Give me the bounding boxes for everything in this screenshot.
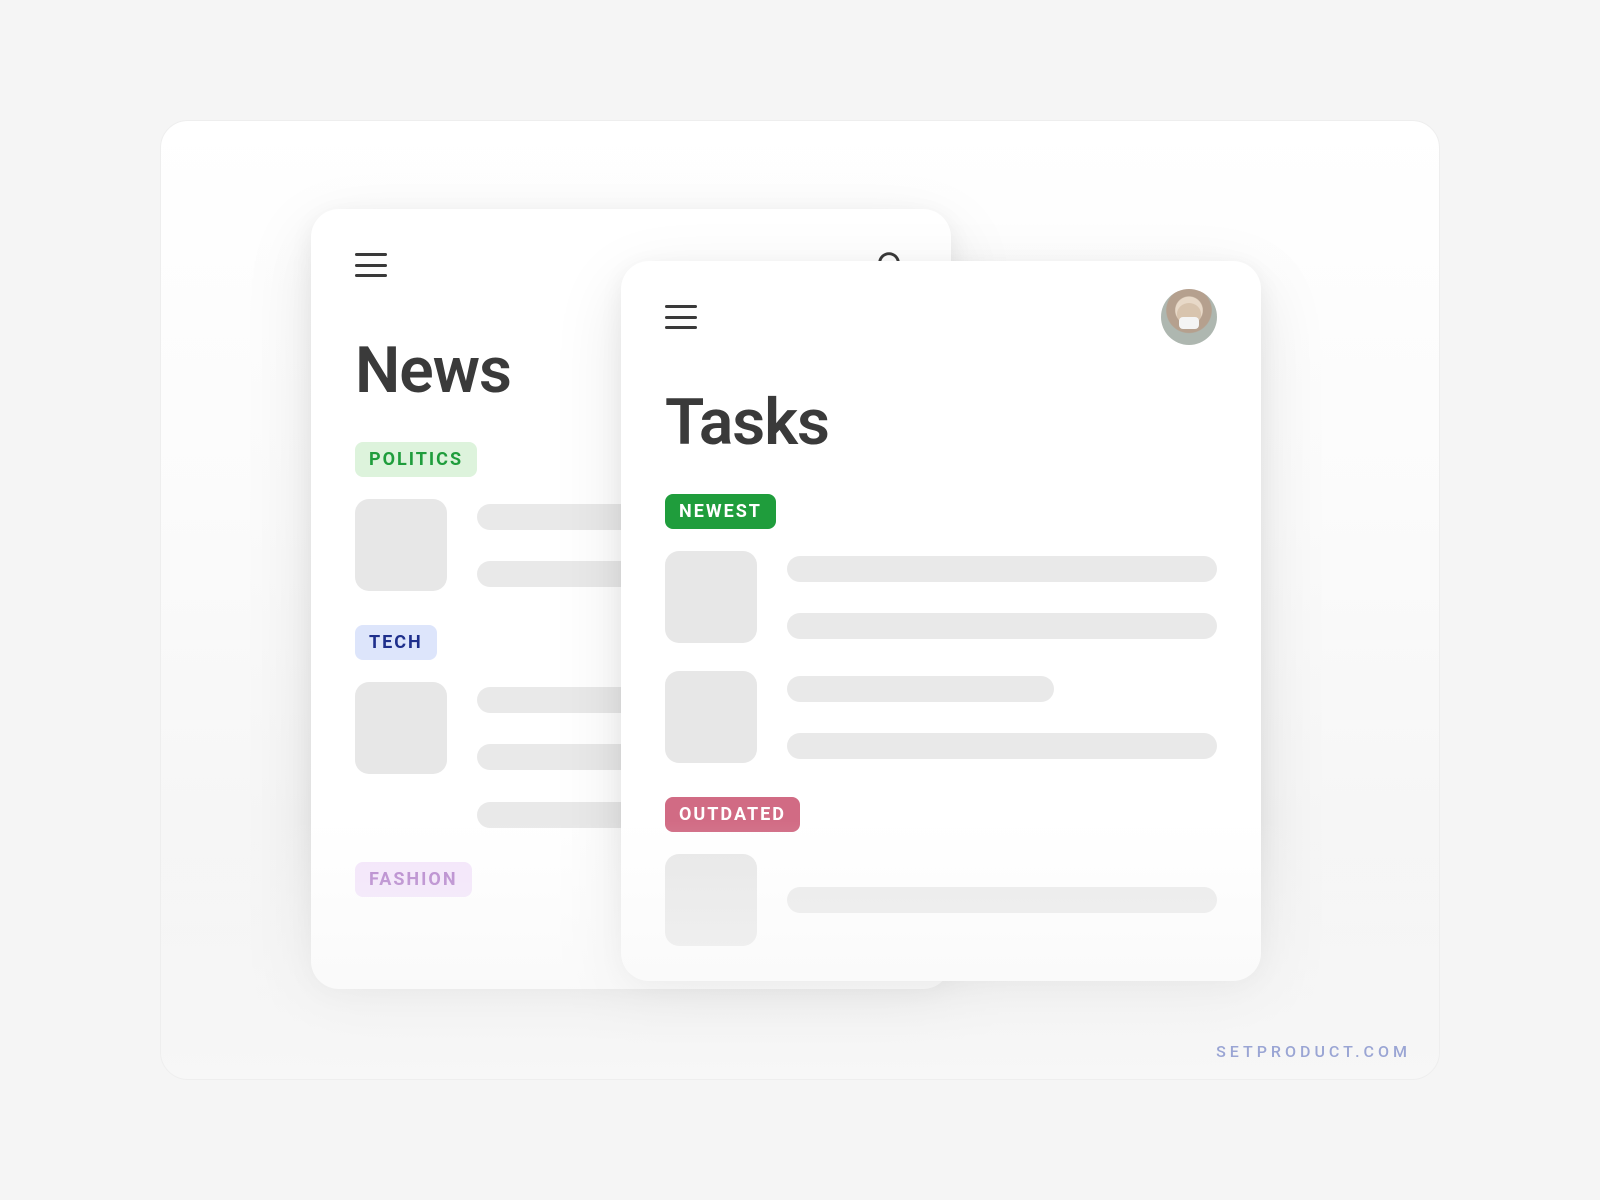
text-placeholder — [787, 854, 1217, 946]
avatar[interactable] — [1161, 289, 1217, 345]
tasks-card: Tasks NEWEST OUTDATED — [621, 261, 1261, 981]
thumb-placeholder — [665, 854, 757, 946]
thumb-placeholder — [355, 499, 447, 591]
skeleton-line — [787, 733, 1217, 759]
tasks-title: Tasks — [665, 385, 1217, 460]
tag-politics[interactable]: POLITICS — [355, 442, 477, 477]
skeleton-line — [787, 676, 1054, 702]
list-item[interactable] — [665, 854, 1217, 946]
tag-fashion[interactable]: FASHION — [355, 862, 472, 897]
list-item[interactable] — [665, 551, 1217, 643]
list-item[interactable] — [665, 671, 1217, 763]
tag-tech[interactable]: TECH — [355, 625, 437, 660]
thumb-placeholder — [665, 671, 757, 763]
thumb-placeholder — [665, 551, 757, 643]
tasks-topbar — [665, 297, 1217, 337]
thumb-placeholder — [355, 682, 447, 774]
watermark: SETPRODUCT.COM — [1216, 1042, 1411, 1061]
menu-icon[interactable] — [665, 305, 697, 329]
skeleton-line — [787, 613, 1217, 639]
text-placeholder — [787, 671, 1217, 763]
tag-newest[interactable]: NEWEST — [665, 494, 776, 529]
skeleton-line — [787, 556, 1217, 582]
text-placeholder — [787, 551, 1217, 643]
skeleton-line — [787, 887, 1217, 913]
tag-outdated[interactable]: OUTDATED — [665, 797, 800, 832]
canvas: News POLITICS TECH FASHION — [160, 120, 1440, 1080]
menu-icon[interactable] — [355, 253, 387, 277]
